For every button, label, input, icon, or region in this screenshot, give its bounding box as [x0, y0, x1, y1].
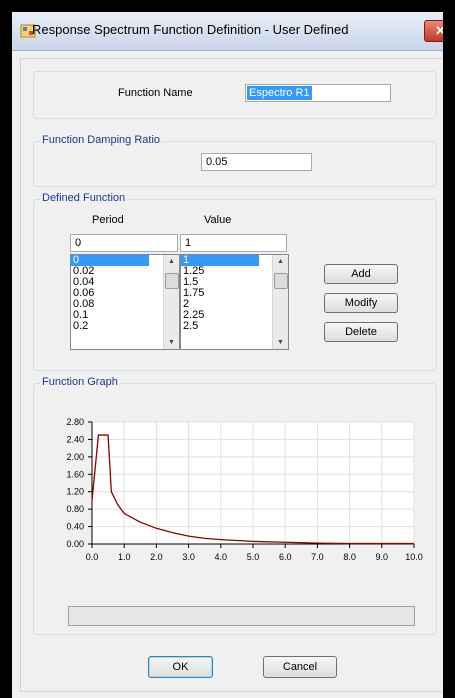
- period-input[interactable]: [70, 234, 178, 252]
- add-button[interactable]: Add: [324, 264, 398, 284]
- y-tick-label: 2.40: [66, 434, 84, 444]
- x-tick-label: 4.0: [215, 552, 228, 562]
- function-graph-group: Function Graph 0.0 1.0 2.0 3.0 4.0 5.0 6.0 7.0 8…: [33, 376, 437, 635]
- y-tick-label: 2.80: [66, 417, 84, 427]
- dialog-window: Response Spectrum Function Definition - …: [12, 12, 455, 698]
- x-tick-label: 2.0: [150, 552, 163, 562]
- value-input[interactable]: [180, 234, 287, 252]
- window-border: [443, 0, 455, 698]
- damping-group-title: Function Damping Ratio: [40, 134, 163, 146]
- scroll-down-icon[interactable]: ▼: [273, 336, 288, 349]
- scroll-up-icon[interactable]: ▲: [164, 255, 179, 268]
- y-tick-label: 0.00: [66, 539, 84, 549]
- defined-function-title: Defined Function: [40, 192, 128, 204]
- y-tick-label: 1.20: [66, 487, 84, 497]
- scroll-thumb[interactable]: [274, 273, 288, 289]
- x-tick-label: 8.0: [343, 552, 356, 562]
- x-tick-label: 9.0: [376, 552, 389, 562]
- function-name-selection: Espectro R1: [247, 86, 312, 100]
- function-name-group: Function Name Espectro R1: [33, 71, 437, 119]
- delete-button[interactable]: Delete: [324, 322, 398, 342]
- status-bar: [68, 606, 415, 626]
- modify-button[interactable]: Modify: [324, 293, 398, 313]
- value-list-item[interactable]: 1.75: [181, 288, 259, 299]
- x-tick-label: 5.0: [247, 552, 260, 562]
- value-scrollbar[interactable]: ▲ ▼: [272, 255, 288, 349]
- x-tick-label: 0.0: [86, 552, 99, 562]
- y-tick-label: 0.80: [66, 504, 84, 514]
- damping-ratio-input[interactable]: [201, 153, 312, 171]
- period-listbox[interactable]: 0 0.02 0.04 0.06 0.08 0.1 0.2 ▲ ▼: [70, 254, 180, 350]
- ok-button[interactable]: OK: [148, 656, 213, 678]
- scroll-down-icon[interactable]: ▼: [164, 336, 179, 349]
- period-header: Period: [92, 214, 124, 226]
- x-tick-label: 7.0: [311, 552, 324, 562]
- period-list-item[interactable]: 0.2: [71, 321, 149, 332]
- function-name-label: Function Name: [118, 87, 193, 99]
- x-tick-label: 3.0: [182, 552, 195, 562]
- x-tick-label: 1.0: [118, 552, 131, 562]
- defined-function-group: Defined Function Period Value 00.020.040…: [33, 192, 437, 371]
- title-bar[interactable]: Response Spectrum Function Definition - …: [12, 12, 455, 51]
- y-tick-label: 1.60: [66, 469, 84, 479]
- scroll-thumb[interactable]: [165, 273, 179, 289]
- value-header: Value: [204, 214, 232, 226]
- x-tick-label: 10.0: [405, 552, 423, 562]
- period-scrollbar[interactable]: ▲ ▼: [163, 255, 179, 349]
- damping-group: Function Damping Ratio: [33, 134, 437, 187]
- value-list-item[interactable]: 2.5: [181, 321, 259, 332]
- scroll-up-icon[interactable]: ▲: [273, 255, 288, 268]
- cancel-button[interactable]: Cancel: [263, 656, 337, 678]
- x-tick-label: 6.0: [279, 552, 292, 562]
- value-listbox[interactable]: 1 1.25 1.5 1.75 2 2.25 2.5 ▲ ▼: [180, 254, 289, 350]
- y-tick-label: 2.00: [66, 452, 84, 462]
- response-spectrum-chart: 0.0 1.0 2.0 3.0 4.0 5.0 6.0 7.0 8.0 9.0 10.0 0.00 0.…: [66, 417, 423, 562]
- window-title: Response Spectrum Function Definition - …: [32, 22, 349, 37]
- y-tick-label: 0.40: [66, 522, 84, 532]
- dialog-body: Function Name Espectro R1 Function Dampi…: [20, 58, 449, 692]
